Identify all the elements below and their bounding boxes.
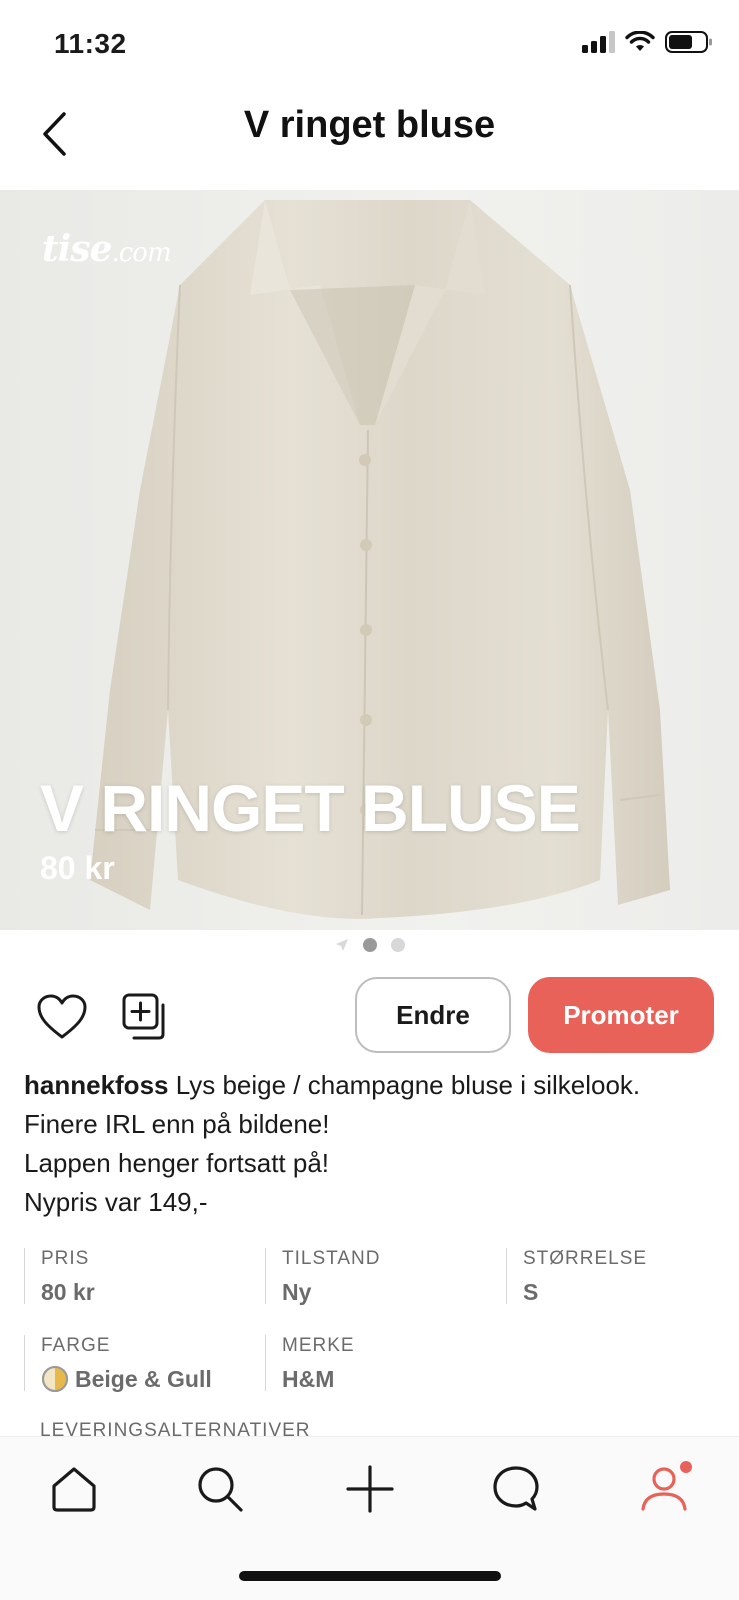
tab-add-listing[interactable] xyxy=(340,1459,400,1519)
cellular-signal-icon xyxy=(582,31,615,53)
description-first-line: hannekfoss Lys beige / champagne bluse i… xyxy=(24,1070,641,1100)
image-overlay-price: 80 kr xyxy=(40,850,115,886)
attribute-price: PRIS 80 kr xyxy=(24,1248,95,1305)
action-row: Endre Promoter xyxy=(0,975,739,1057)
attribute-color: FARGE Beige & Gull xyxy=(24,1335,212,1392)
pager-dot-1[interactable] xyxy=(362,938,377,952)
add-to-collection-icon xyxy=(122,993,165,1040)
tab-home[interactable] xyxy=(44,1459,104,1519)
attribute-size: STØRRELSE S xyxy=(506,1248,647,1305)
tab-messages[interactable] xyxy=(486,1459,546,1519)
color-value: Beige & Gull xyxy=(75,1366,212,1392)
page-title: V ringet bluse xyxy=(243,104,496,146)
bottom-tab-bar xyxy=(0,1436,739,1600)
edit-button[interactable]: Endre xyxy=(355,977,511,1053)
search-icon xyxy=(198,1467,243,1512)
product-image-carousel[interactable]: tise.com V RINGET BLUSE 80 kr xyxy=(0,190,739,930)
like-button[interactable] xyxy=(34,989,90,1045)
heart-icon xyxy=(37,994,87,1039)
home-indicator xyxy=(239,1571,501,1581)
description-line: Lappen henger fortsatt på! xyxy=(24,1148,330,1178)
plus-icon xyxy=(346,1465,394,1513)
wifi-icon xyxy=(625,31,655,51)
add-to-collection-button[interactable] xyxy=(118,989,174,1045)
image-overlay-title: V RINGET BLUSE xyxy=(40,771,581,845)
description-line: Nypris var 149,- xyxy=(24,1187,208,1217)
pager-dot-2[interactable] xyxy=(390,938,405,952)
attribute-condition: TILSTAND Ny xyxy=(265,1248,380,1305)
notification-dot xyxy=(680,1461,692,1473)
color-swatch-icon xyxy=(42,1366,68,1392)
home-icon xyxy=(52,1467,96,1512)
top-navigation-bar: V ringet bluse xyxy=(0,90,739,190)
battery-icon xyxy=(665,31,712,53)
listing-description: hannekfoss Lys beige / champagne bluse i… xyxy=(24,1066,724,1222)
status-time: 11:32 xyxy=(54,28,127,59)
seller-username[interactable]: hannekfoss xyxy=(24,1070,169,1100)
attribute-brand: MERKE H&M xyxy=(265,1335,355,1392)
status-icons xyxy=(581,30,713,54)
promote-button[interactable]: Promoter xyxy=(528,977,714,1053)
tise-watermark-logo: tise.com xyxy=(42,228,172,270)
status-bar: 11:32 xyxy=(0,0,739,90)
chat-bubble-icon xyxy=(493,1466,539,1511)
image-pager xyxy=(0,934,739,956)
tab-search[interactable] xyxy=(190,1459,250,1519)
tab-profile[interactable] xyxy=(634,1459,694,1519)
location-arrow-icon xyxy=(335,939,348,951)
description-line: Finere IRL enn på bildene! xyxy=(24,1109,330,1139)
